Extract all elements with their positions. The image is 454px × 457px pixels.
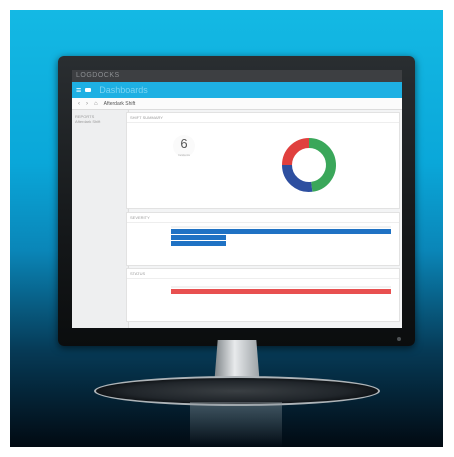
bar [171, 235, 226, 240]
scene: LOGDOCKS ≡ Dashboards ‹ › ⌂ Afterdark Sh… [10, 10, 443, 447]
window-titlebar: LOGDOCKS [72, 70, 402, 82]
sidebar: REPORTS Afterdark Shift [72, 110, 129, 328]
severity-card: SEVERITY [126, 212, 400, 266]
app-title: Dashboards [99, 85, 148, 95]
home-icon[interactable]: ⌂ [94, 101, 98, 107]
bar [171, 289, 391, 294]
breadcrumb[interactable]: Afterdark Shift [104, 101, 136, 107]
nav-bar: ‹ › ⌂ Afterdark Shift [72, 98, 402, 110]
status-card: STATUS [126, 268, 400, 322]
power-icon[interactable] [397, 337, 401, 341]
incident-count-value: 6 [180, 136, 188, 151]
forward-icon[interactable]: › [86, 101, 88, 107]
app-logo-icon [85, 88, 92, 92]
base-reflection [190, 402, 282, 447]
incident-count-label: Incidents [177, 153, 190, 157]
dashboard-main: SHIFT SUMMARY 6 Incidents SEVERITY STATU… [126, 112, 400, 324]
severity-bar-chart [171, 226, 391, 246]
incident-count: 6 Incidents [173, 135, 195, 157]
summary-card: SHIFT SUMMARY 6 Incidents [126, 112, 400, 209]
donut-slice [282, 164, 313, 192]
summary-card-header: SHIFT SUMMARY [127, 113, 399, 123]
bar [171, 229, 391, 234]
donut-slice [282, 138, 310, 166]
donut-slice [308, 138, 336, 192]
screen: LOGDOCKS ≡ Dashboards ‹ › ⌂ Afterdark Sh… [72, 70, 402, 328]
menu-icon[interactable]: ≡ [76, 85, 81, 95]
app-bar: ≡ Dashboards [72, 82, 402, 98]
back-icon[interactable]: ‹ [78, 101, 80, 107]
monitor: LOGDOCKS ≡ Dashboards ‹ › ⌂ Afterdark Sh… [58, 56, 415, 346]
status-bar-chart [171, 286, 391, 294]
bar [171, 241, 226, 246]
sidebar-item-shift[interactable]: Afterdark Shift [75, 119, 125, 124]
donut-chart [282, 138, 336, 192]
